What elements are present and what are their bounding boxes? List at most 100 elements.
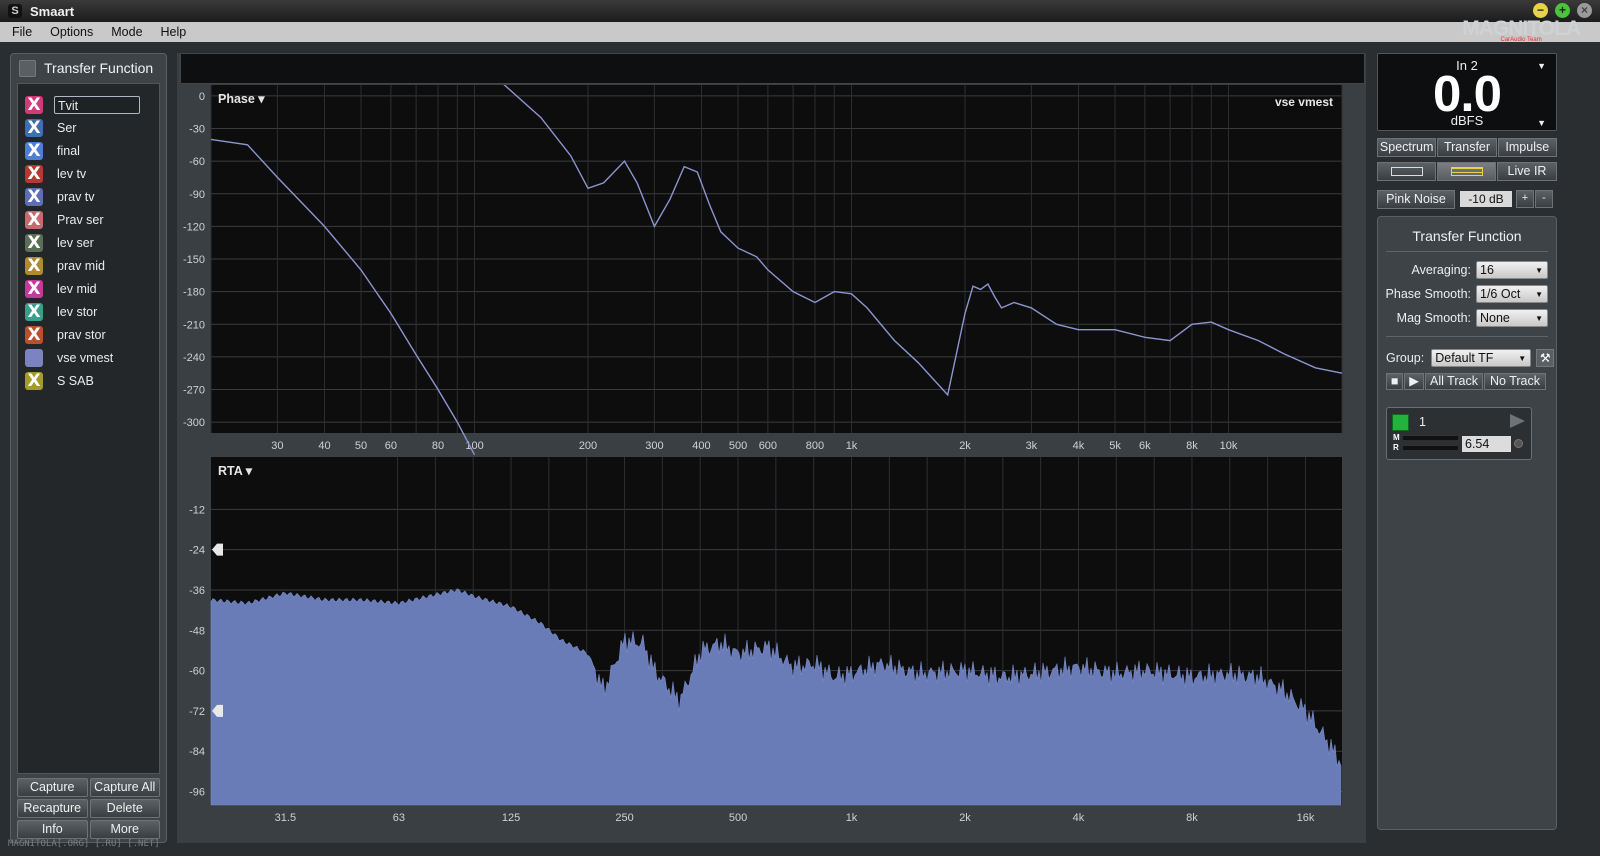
x-tick-label: 16k <box>1297 812 1315 824</box>
trace-item[interactable]: Xprav tv <box>18 185 159 208</box>
trace-color-swatch[interactable]: X <box>25 371 43 390</box>
trace-item[interactable]: Xprav stor <box>18 323 159 346</box>
live-ir-button[interactable]: Live IR <box>1497 162 1557 181</box>
trace-color-swatch[interactable]: X <box>25 302 43 321</box>
tools-icon[interactable]: ⚒ <box>1536 349 1555 367</box>
trace-item[interactable]: Xfinal <box>18 139 159 162</box>
trace-name[interactable]: lev mid <box>54 281 140 297</box>
play-button[interactable]: ▶ <box>1404 373 1424 390</box>
dual-view-button[interactable] <box>1437 162 1496 181</box>
x-tick-label: 500 <box>729 440 747 452</box>
x-tick-label: 500 <box>729 812 747 824</box>
trace-color-swatch[interactable]: X <box>25 95 43 114</box>
info-button[interactable]: Info <box>17 820 88 839</box>
mag-smooth-select[interactable]: None ▼ <box>1476 309 1548 327</box>
trace-color-swatch[interactable] <box>25 348 43 367</box>
rta-plot[interactable]: -12 -24 -36 -48 -60 -72 -84 -96 31.5 63 125 250 500… <box>177 457 1366 843</box>
y-tick-label: -36 <box>189 585 205 597</box>
all-track-button[interactable]: All Track <box>1425 373 1483 390</box>
trace-name[interactable]: vse vmest <box>54 350 140 366</box>
transfer-mode-button[interactable]: Transfer <box>1437 138 1497 157</box>
menu-file[interactable]: File <box>12 25 32 39</box>
x-tick-label: 60 <box>385 440 397 452</box>
delay-indicator[interactable] <box>1514 439 1523 448</box>
panel-checkbox[interactable] <box>19 59 36 77</box>
close-button[interactable]: × <box>1577 3 1592 18</box>
trace-name[interactable]: S SAB <box>54 373 140 389</box>
minimize-button[interactable]: − <box>1533 3 1548 18</box>
trace-name[interactable]: final <box>54 143 140 159</box>
trace-color-swatch[interactable]: X <box>25 141 43 160</box>
unit-dropdown-icon[interactable]: ▼ <box>1537 118 1546 128</box>
trace-item[interactable]: Xprav mid <box>18 254 159 277</box>
averaging-select[interactable]: 16 ▼ <box>1476 261 1548 279</box>
x-tick-label: 30 <box>271 440 283 452</box>
logo: MAGNITOLA CarAudio Team <box>1462 18 1581 43</box>
play-arrow-icon[interactable] <box>1510 414 1525 428</box>
delay-field[interactable]: 6.54 <box>1462 436 1511 452</box>
pink-noise-button[interactable]: Pink Noise <box>1377 189 1455 209</box>
group-label: Group: <box>1386 351 1425 365</box>
menu-help[interactable]: Help <box>161 25 187 39</box>
menu-mode[interactable]: Mode <box>111 25 142 39</box>
trace-color-swatch[interactable]: X <box>25 164 43 183</box>
tf-settings-title: Transfer Function <box>1412 228 1522 244</box>
trace-item[interactable]: Xlev tv <box>18 162 159 185</box>
chevron-down-icon: ▼ <box>1535 314 1543 323</box>
single-view-button[interactable] <box>1377 162 1436 181</box>
trace-color-swatch[interactable]: X <box>25 187 43 206</box>
phase-plot[interactable]: 0 -30 -60 -90 -120 -150 -180 -210 -240 -270 -300 3… <box>177 85 1366 457</box>
trace-item[interactable]: X Prav ser <box>18 208 159 231</box>
channel-dropdown-icon[interactable]: ▼ <box>1537 61 1546 71</box>
trace-name[interactable]: prav tv <box>54 189 140 205</box>
r-level-bar <box>1403 445 1458 450</box>
maximize-button[interactable]: + <box>1555 3 1570 18</box>
impulse-mode-button[interactable]: Impulse <box>1497 138 1557 157</box>
noise-decrease-button[interactable]: - <box>1535 190 1553 208</box>
trace-item[interactable]: Xlev mid <box>18 277 159 300</box>
trace-item[interactable]: X Tvit <box>18 93 159 116</box>
x-tick-label: 300 <box>645 440 663 452</box>
trace-color-swatch[interactable]: X <box>25 325 43 344</box>
phase-smooth-select[interactable]: 1/6 Oct ▼ <box>1476 285 1548 303</box>
trace-item[interactable]: Xlev stor <box>18 300 159 323</box>
trace-name[interactable]: lev tv <box>54 166 140 182</box>
group-select[interactable]: Default TF ▼ <box>1431 349 1532 367</box>
noise-level-field[interactable]: -10 dB <box>1460 191 1512 207</box>
x-tick-label: 3k <box>1026 440 1038 452</box>
trace-name[interactable]: prav mid <box>54 258 140 274</box>
trace-name[interactable]: Prav ser <box>54 212 140 228</box>
level-meter[interactable]: In 2 0.0 dBFS ▼ ▼ <box>1377 53 1557 131</box>
trace-color-swatch[interactable]: X <box>25 279 43 298</box>
trace-name[interactable]: prav stor <box>54 327 140 343</box>
trace-name[interactable]: lev ser <box>54 235 140 251</box>
capture-button[interactable]: Capture <box>17 778 88 797</box>
menu-options[interactable]: Options <box>50 25 93 39</box>
more-button[interactable]: More <box>89 820 160 839</box>
stop-button[interactable]: ■ <box>1386 373 1403 390</box>
delete-button[interactable]: Delete <box>89 799 160 818</box>
recapture-button[interactable]: Recapture <box>17 799 88 818</box>
measurement-active-toggle[interactable] <box>1392 414 1409 431</box>
trace-item[interactable]: X Ser <box>18 116 159 139</box>
trace-item[interactable]: X S SAB <box>18 369 159 392</box>
trace-name[interactable]: lev stor <box>54 304 140 320</box>
rta-plot-label[interactable]: RTA ▾ <box>218 464 253 478</box>
trace-color-swatch[interactable]: X <box>25 256 43 275</box>
trace-item[interactable]: Xlev ser <box>18 231 159 254</box>
x-tick-label: 125 <box>502 812 520 824</box>
phase-plot-label[interactable]: Phase ▾ <box>218 92 265 106</box>
no-track-button[interactable]: No Track <box>1484 373 1546 390</box>
trace-name[interactable]: Tvit <box>54 95 140 114</box>
spectrum-mode-button[interactable]: Spectrum <box>1377 138 1437 157</box>
capture-all-button[interactable]: Capture All <box>89 778 160 797</box>
trace-color-swatch[interactable]: X <box>25 210 43 229</box>
trace-color-swatch[interactable]: X <box>25 233 43 252</box>
trace-color-swatch[interactable]: X <box>25 118 43 137</box>
trace-name[interactable]: Ser <box>54 120 140 136</box>
noise-increase-button[interactable]: + <box>1516 190 1534 208</box>
y-tick-label: -30 <box>189 124 205 136</box>
x-tick-label: 200 <box>579 440 597 452</box>
trace-item[interactable]: vse vmest <box>18 346 159 369</box>
y-tick-label: -12 <box>189 504 205 516</box>
